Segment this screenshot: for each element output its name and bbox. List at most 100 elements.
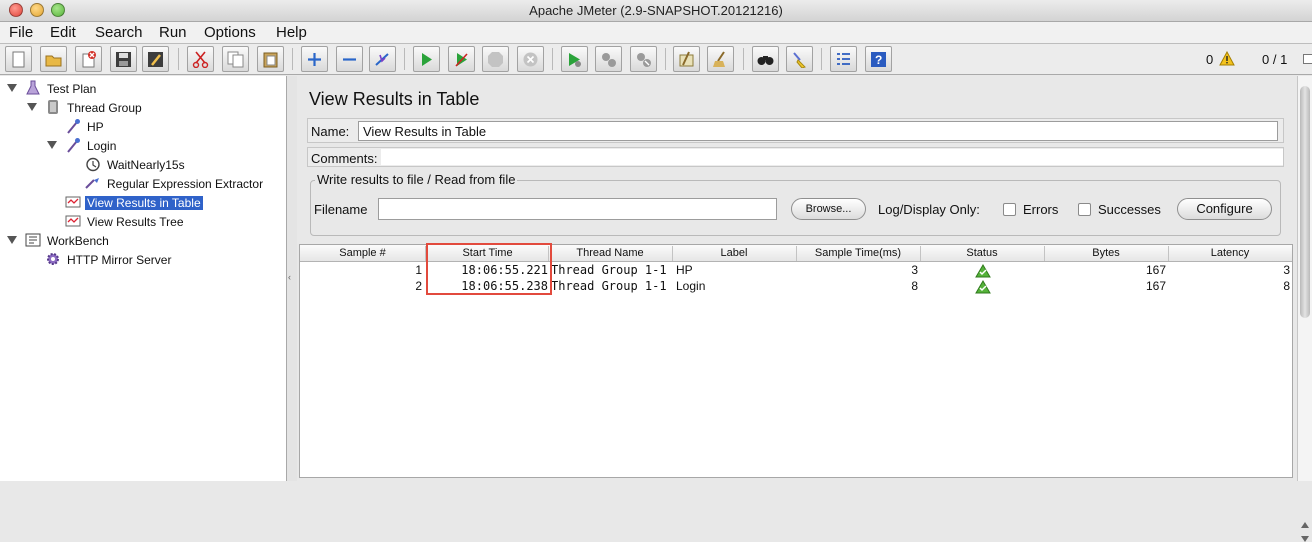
name-field[interactable] [358, 121, 1278, 141]
filename-label: Filename [314, 202, 368, 217]
open-button[interactable] [40, 46, 67, 72]
paste-button[interactable] [257, 46, 284, 72]
tree-label: View Results Tree [87, 215, 184, 229]
split-pane-divider[interactable]: ‹ [287, 76, 297, 481]
comments-row: Comments: [307, 147, 1284, 167]
collapse-all-button[interactable] [336, 46, 363, 72]
help-icon: ? [871, 52, 886, 67]
open-icon [45, 55, 62, 67]
menu-options[interactable]: Options [204, 24, 256, 41]
clear-all-button[interactable] [707, 46, 734, 72]
col-header-bytes[interactable]: Bytes [1044, 247, 1168, 259]
expand-arrow-icon[interactable] [47, 141, 57, 149]
col-header-label[interactable]: Label [672, 247, 796, 259]
tree-node-thread-group[interactable]: Thread Group [0, 99, 287, 117]
cell-latency: 8 [1283, 279, 1290, 293]
expand-icon [308, 53, 321, 66]
toolbar-separator [178, 48, 179, 70]
tree-label: Test Plan [47, 82, 97, 96]
extractor-icon [85, 178, 99, 189]
title-bar: Apache JMeter (2.9-SNAPSHOT.20121216) [0, 0, 1312, 22]
start-icon [422, 53, 432, 66]
new-icon [12, 51, 25, 68]
tree-node-regex-extractor[interactable]: Regular Expression Extractor [0, 175, 287, 193]
sampler-icon [67, 119, 80, 134]
reset-search-button[interactable] [786, 46, 813, 72]
tree-node-waitnearly15s[interactable]: WaitNearly15s [0, 156, 287, 174]
tree-node-http-mirror-server[interactable]: HTTP Mirror Server [0, 251, 287, 269]
tree-node-view-results-tree[interactable]: View Results Tree [0, 213, 287, 231]
close-button[interactable] [75, 46, 102, 72]
group-legend: Write results to file / Read from file [315, 172, 518, 187]
cell-bytes: 167 [1145, 263, 1166, 277]
menu-bar: File Edit Search Run Options Help [0, 22, 1312, 44]
remote-start-all-button[interactable] [561, 46, 588, 72]
successes-checkbox[interactable] [1078, 203, 1091, 216]
cell-thread-name: Thread Group 1-1 [551, 263, 667, 277]
expand-arrow-icon[interactable] [27, 103, 37, 111]
tree-node-workbench[interactable]: WorkBench [0, 232, 287, 250]
expand-all-button[interactable] [301, 46, 328, 72]
toolbar-separator [665, 48, 666, 70]
menu-file[interactable]: File [9, 24, 33, 41]
clear-button[interactable] [673, 46, 700, 72]
stop-button[interactable] [482, 46, 509, 72]
menu-help[interactable]: Help [276, 24, 307, 41]
browse-button[interactable]: Browse... [791, 198, 866, 220]
success-icon [975, 264, 991, 278]
tree-node-view-results-table[interactable]: View Results in Table [0, 194, 287, 212]
split-grip-icon: ‹ [288, 272, 291, 282]
menu-run[interactable]: Run [159, 24, 187, 41]
copy-button[interactable] [222, 46, 249, 72]
remote-shutdown-all-button[interactable] [630, 46, 657, 72]
expand-arrow-icon[interactable] [7, 236, 17, 244]
tree-node-test-plan[interactable]: Test Plan [0, 80, 287, 98]
col-header-sample[interactable]: Sample # [300, 247, 425, 259]
cut-button[interactable] [187, 46, 214, 72]
scroll-up-icon[interactable] [1301, 522, 1309, 528]
toggle-button[interactable] [369, 46, 396, 72]
menu-search[interactable]: Search [95, 24, 143, 41]
scroll-down-icon[interactable] [1301, 536, 1309, 542]
toolbar-separator [292, 48, 293, 70]
expand-arrow-icon[interactable] [7, 84, 17, 92]
menu-edit[interactable]: Edit [50, 24, 76, 41]
shutdown-button[interactable] [517, 46, 544, 72]
save-icon [116, 52, 131, 67]
col-header-status[interactable]: Status [920, 247, 1044, 259]
toolbar-separator [552, 48, 553, 70]
configure-button[interactable]: Configure [1177, 198, 1272, 220]
listener-icon [65, 196, 81, 208]
toolbar-separator [821, 48, 822, 70]
start-no-pauses-button[interactable] [448, 46, 475, 72]
scrollbar-thumb[interactable] [1300, 86, 1310, 318]
save-button[interactable] [110, 46, 137, 72]
tree-label: HTTP Mirror Server [67, 253, 172, 267]
start-time-highlight [426, 243, 552, 295]
filename-field[interactable] [378, 198, 777, 220]
new-button[interactable] [5, 46, 32, 72]
save-as-icon [148, 52, 163, 67]
start-button[interactable] [413, 46, 440, 72]
col-header-latency[interactable]: Latency [1168, 247, 1292, 259]
vertical-scrollbar[interactable] [1297, 76, 1312, 542]
tree-label: WorkBench [47, 234, 109, 248]
remote-stop-all-button[interactable] [595, 46, 622, 72]
cell-sample-time: 3 [911, 263, 918, 277]
errors-checkbox[interactable] [1003, 203, 1016, 216]
col-header-thread-name[interactable]: Thread Name [548, 247, 672, 259]
tree-node-login[interactable]: Login [0, 137, 287, 155]
comments-field[interactable] [381, 149, 1283, 165]
reset-search-icon [793, 52, 806, 68]
search-button[interactable] [752, 46, 779, 72]
help-button[interactable]: ? [865, 46, 892, 72]
function-helper-button[interactable] [830, 46, 857, 72]
cell-sample: 2 [415, 279, 422, 293]
status-box [1303, 54, 1312, 64]
tree-node-hp[interactable]: HP [0, 118, 287, 136]
save-as-button[interactable] [142, 46, 169, 72]
collapse-icon [343, 58, 356, 61]
cell-label: HP [676, 263, 693, 277]
col-header-sample-time[interactable]: Sample Time(ms) [796, 247, 920, 259]
cell-bytes: 167 [1145, 279, 1166, 293]
